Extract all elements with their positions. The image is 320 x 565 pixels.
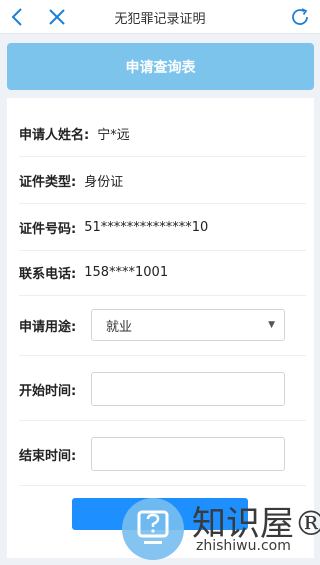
purpose-selected-value: 就业 <box>106 319 133 335</box>
id-type-row: 证件类型: 身份证 <box>19 157 306 204</box>
purpose-select[interactable]: 就业 ▼ <box>91 309 285 341</box>
id-number-row: 证件号码: 51**************10 <box>19 204 306 251</box>
question-monitor-icon <box>122 498 184 560</box>
question-monitor-icon-shape <box>137 510 169 544</box>
nav-bar: 无犯罪记录证明 <box>0 0 320 34</box>
end-time-input[interactable] <box>91 437 285 471</box>
purpose-label: 申请用途: <box>19 320 77 335</box>
start-time-label: 开始时间: <box>19 383 77 399</box>
id-type-value: 身份证 <box>84 174 124 190</box>
application-form: 申请人姓名: 宁*远 证件类型: 身份证 证件号码: 51***********… <box>7 98 314 558</box>
page-title: 无犯罪记录证明 <box>114 12 206 27</box>
watermark-url: zhishiwu.com <box>196 538 291 554</box>
phone-value: 158****1001 <box>84 264 169 280</box>
phone-label: 联系电话: <box>19 266 77 282</box>
id-number-value: 51**************10 <box>84 219 209 235</box>
id-type-label: 证件类型: <box>19 174 77 190</box>
phone-row: 联系电话: 158****1001 <box>19 249 306 296</box>
name-row: 申请人姓名: 宁*远 <box>19 110 306 157</box>
dropdown-arrow-icon: ▼ <box>268 320 275 330</box>
name-value: 宁*远 <box>97 127 130 143</box>
end-time-row: 结束时间: <box>19 423 306 486</box>
id-number-label: 证件号码: <box>19 221 77 237</box>
end-time-label: 结束时间: <box>19 448 77 464</box>
form-header: 申请查询表 <box>7 43 314 90</box>
refresh-icon[interactable] <box>288 5 312 29</box>
name-label: 申请人姓名: <box>19 127 90 143</box>
start-time-input[interactable] <box>91 372 285 406</box>
purpose-row: 申请用途: 就业 ▼ <box>19 296 306 356</box>
start-time-row: 开始时间: <box>19 358 306 421</box>
